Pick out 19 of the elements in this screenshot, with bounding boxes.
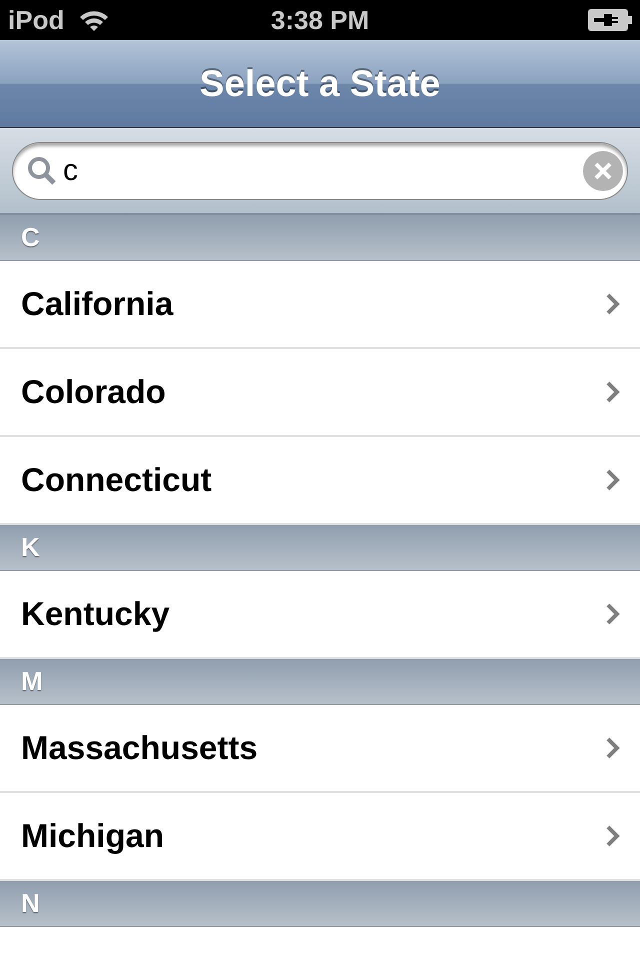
chevron-icon (606, 469, 620, 491)
section-letter: N (21, 888, 40, 919)
search-text[interactable]: c (63, 154, 577, 188)
section-letter: K (21, 532, 40, 563)
chevron-icon (606, 381, 620, 403)
search-field[interactable]: c (12, 142, 628, 200)
chevron-icon (606, 603, 620, 625)
battery-charging-icon (588, 9, 632, 31)
carrier-name: iPod (8, 4, 64, 36)
chevron-icon (606, 737, 620, 759)
clock-time: 3:38 PM (270, 5, 370, 35)
screen-title: Select a State (200, 62, 440, 104)
section-letter: M (21, 666, 43, 697)
chevron-icon (606, 825, 620, 847)
search-icon (27, 156, 57, 186)
close-icon (593, 161, 613, 181)
clear-button[interactable] (583, 151, 623, 191)
chevron-icon (606, 293, 620, 315)
section-letter: C (21, 222, 40, 253)
